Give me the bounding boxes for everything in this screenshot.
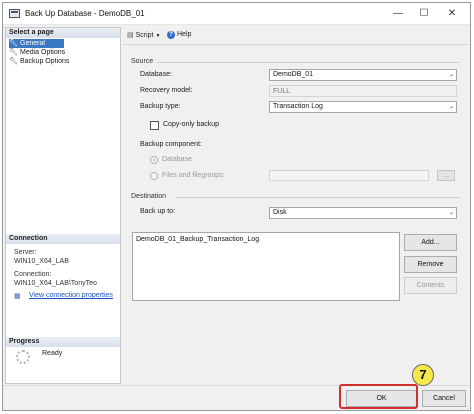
title-bar: Back Up Database - DemoDB_01 — ☐ ✕: [3, 3, 470, 25]
back-up-to-label: Back up to:: [140, 208, 176, 215]
wrench-icon: 🔧︎: [9, 58, 18, 65]
left-panel: Select a page 🔧︎ General 🔧︎ Media Option…: [5, 27, 121, 384]
help-icon: ?: [167, 31, 175, 39]
files-filegroups-input[interactable]: [269, 170, 429, 181]
select-page-header: Select a page: [6, 28, 120, 38]
backup-type-select[interactable]: Transaction Log ⌄: [269, 101, 457, 113]
chevron-down-icon: ⌄: [448, 104, 454, 110]
script-button[interactable]: ▤ Script ▼: [127, 31, 160, 39]
wrench-icon: 🔧︎: [9, 40, 18, 47]
progress-header: Progress: [6, 337, 120, 347]
connection-header: Connection: [6, 234, 120, 244]
window-title: Back Up Database - DemoDB_01: [25, 9, 145, 18]
help-label: Help: [177, 31, 192, 38]
copy-only-checkbox[interactable]: [150, 121, 159, 130]
copy-only-label: Copy-only backup: [163, 121, 220, 128]
database-value: DemoDB_01: [273, 71, 314, 78]
files-browse-button[interactable]: ...: [437, 170, 455, 181]
connection-label: Connection:: [14, 271, 52, 278]
page-item-label: Backup Options: [20, 58, 70, 65]
cancel-button[interactable]: Cancel: [422, 390, 466, 407]
properties-icon: ▦: [14, 293, 21, 300]
wrench-icon: 🔧︎: [9, 49, 18, 56]
step-number-badge: 7: [412, 364, 434, 386]
page-item-media-options[interactable]: 🔧︎ Media Options: [9, 48, 65, 57]
backup-type-label: Backup type:: [140, 103, 181, 110]
component-database-label: Database: [162, 156, 192, 163]
page-item-general[interactable]: 🔧︎ General: [9, 39, 64, 48]
close-button[interactable]: ✕: [440, 6, 464, 22]
script-label: Script: [135, 32, 154, 39]
contents-button[interactable]: Contents: [404, 277, 457, 294]
progress-status: Ready: [42, 350, 63, 357]
destination-divider: [175, 197, 460, 198]
progress-spinner-icon: [16, 350, 30, 364]
component-database-radio[interactable]: [150, 156, 158, 164]
chevron-down-icon: ⌄: [448, 210, 454, 216]
app-window-icon: [9, 9, 20, 18]
component-files-radio[interactable]: [150, 172, 158, 180]
back-up-to-value: Disk: [273, 209, 287, 216]
backup-component-label: Backup component:: [140, 141, 202, 148]
toolbar: ▤ Script ▼ ? Help: [123, 27, 468, 45]
connection-value: WIN10_X64_LAB\TonyTeo: [14, 280, 97, 287]
server-value: WIN10_X64_LAB: [14, 258, 69, 265]
script-icon: ▤: [127, 32, 134, 39]
page-item-label: General: [20, 40, 45, 47]
minimize-button[interactable]: —: [386, 6, 410, 22]
list-item[interactable]: DemoDB_01_Backup_Transaction_Log: [136, 236, 259, 243]
backup-dialog-window: Back Up Database - DemoDB_01 — ☐ ✕ Selec…: [2, 2, 471, 411]
page-item-backup-options[interactable]: 🔧︎ Backup Options: [9, 57, 69, 66]
recovery-model-value: FULL: [269, 85, 457, 97]
back-up-to-select[interactable]: Disk ⌄: [269, 207, 457, 219]
view-connection-properties-link[interactable]: ▦ View connection properties: [14, 292, 113, 300]
destination-file-list[interactable]: DemoDB_01_Backup_Transaction_Log: [132, 232, 400, 301]
database-label: Database:: [140, 71, 172, 78]
recovery-model-label: Recovery model:: [140, 87, 193, 94]
source-group-label: Source: [131, 58, 154, 65]
ok-button-highlight: [339, 384, 418, 409]
chevron-down-icon: ⌄: [448, 72, 454, 78]
source-divider: [157, 62, 460, 63]
maximize-button[interactable]: ☐: [412, 6, 436, 22]
component-files-label: Files and filegroups:: [162, 172, 225, 179]
database-select[interactable]: DemoDB_01 ⌄: [269, 69, 457, 81]
help-button[interactable]: ? Help: [167, 31, 191, 39]
backup-type-value: Transaction Log: [273, 103, 323, 110]
chevron-down-icon: ▼: [155, 33, 161, 39]
server-label: Server:: [14, 249, 37, 256]
page-item-label: Media Options: [20, 49, 66, 56]
destination-group-label: Destination: [131, 193, 167, 200]
add-button[interactable]: Add...: [404, 234, 457, 251]
link-label: View connection properties: [29, 292, 113, 299]
remove-button[interactable]: Remove: [404, 256, 457, 273]
